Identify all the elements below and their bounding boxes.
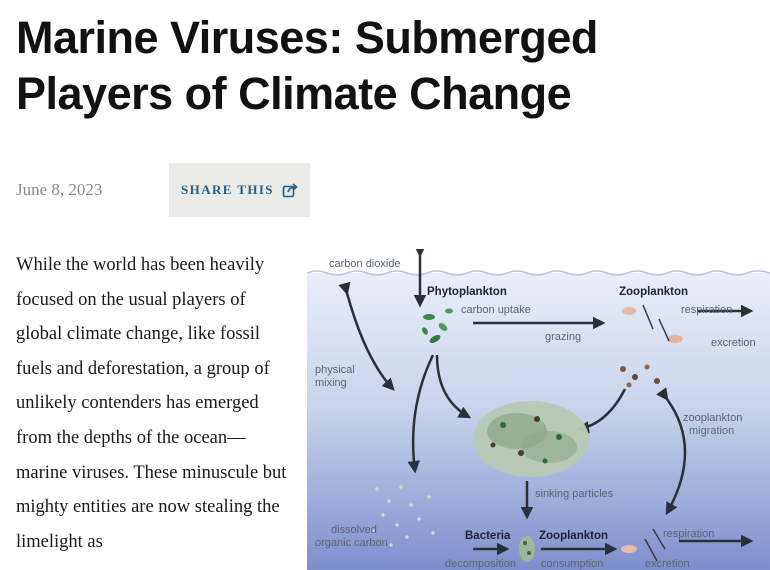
label-decomposition: decomposition	[445, 558, 516, 570]
label-phytoplankton: Phytoplankton	[427, 286, 507, 298]
label-sinking-particles: sinking particles	[535, 488, 614, 500]
label-organic-carbon: organic carbon	[315, 537, 388, 549]
label-carbon-dioxide: carbon dioxide	[329, 258, 401, 270]
label-carbon-uptake: carbon uptake	[461, 304, 531, 316]
share-button-label: SHARE THIS	[181, 182, 274, 197]
label-zooplankton-migration-1: zooplankton	[683, 412, 742, 424]
label-excretion-top: excretion	[711, 337, 756, 349]
label-dissolved: dissolved	[331, 524, 377, 536]
marine-snow-aggregate	[473, 401, 589, 477]
article-body: While the world has been heavily focused…	[16, 255, 287, 552]
label-respiration-top: respiration	[681, 304, 732, 316]
bacteria-cluster	[519, 536, 535, 562]
label-excretion-bottom: excretion	[645, 558, 690, 570]
article-title: Marine Viruses: Submerged Players of Cli…	[16, 12, 598, 119]
label-zooplankton-migration-2: migration	[689, 425, 734, 437]
label-consumption: consumption	[541, 558, 603, 570]
label-mixing: mixing	[315, 377, 347, 389]
label-respiration-bottom: respiration	[663, 528, 714, 540]
carbon-cycle-figure: carbon dioxide Phytoplankton carbon upta…	[307, 249, 770, 570]
label-zooplankton-top: Zooplankton	[619, 286, 688, 298]
label-grazing: grazing	[545, 331, 581, 343]
publish-date: June 8, 2023	[16, 180, 103, 199]
share-button[interactable]: SHARE THIS	[169, 163, 310, 217]
label-bacteria: Bacteria	[465, 530, 511, 542]
label-physical: physical	[315, 364, 355, 376]
share-icon	[282, 183, 298, 198]
label-zooplankton-bottom: Zooplankton	[539, 530, 608, 542]
